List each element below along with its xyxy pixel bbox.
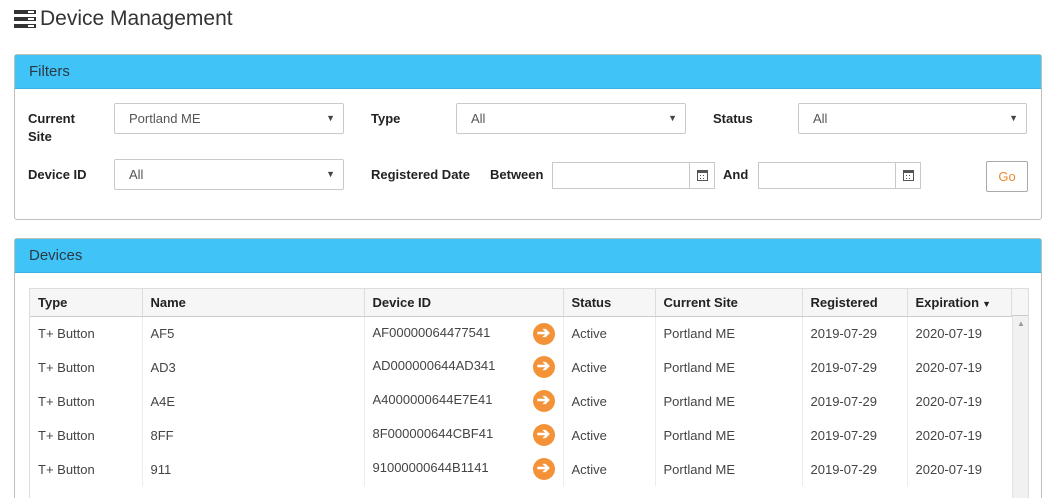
cell-site: Portland ME	[655, 350, 803, 384]
scrollbar-header	[1011, 289, 1028, 316]
cell-registered: 2019-07-29	[802, 452, 908, 486]
cell-expiration: 2020-07-19	[907, 418, 1014, 452]
calendar-button[interactable]	[689, 163, 714, 188]
cell-site: Portland ME	[655, 452, 803, 486]
cell-status: Active	[563, 316, 656, 350]
cell-type: T+ Button	[30, 350, 143, 384]
filters-heading: Filters	[15, 55, 1041, 89]
arrow-right-circle-icon[interactable]: ➔	[532, 458, 555, 480]
devices-table: Type Name Device ID Status Current Site …	[29, 288, 1029, 498]
table-row[interactable]: T+ Button A4E A4000000644E7E41 ➔ Active …	[30, 384, 1014, 418]
cell-type: T+ Button	[30, 316, 143, 350]
cell-registered: 2019-07-29	[802, 316, 908, 350]
table-row[interactable]: T+ Button 911 91000000644B1141 ➔ Active …	[30, 452, 1014, 486]
column-header-expiration[interactable]: Expiration ▼	[907, 289, 1014, 317]
device-id-label: Device ID	[28, 167, 87, 182]
cell-site: Portland ME	[655, 316, 803, 350]
arrow-right-circle-icon[interactable]: ➔	[532, 424, 555, 446]
cell-registered: 2019-07-29	[802, 384, 908, 418]
table-row[interactable]: T+ Button AF5 AF00000064477541 ➔ Active …	[30, 316, 1014, 350]
cell-name: 8FF	[142, 418, 365, 452]
scroll-up-icon[interactable]: ▲	[1013, 319, 1028, 328]
cell-status: Active	[563, 350, 656, 384]
column-header-current-site[interactable]: Current Site	[655, 289, 803, 317]
type-label: Type	[371, 111, 401, 126]
sort-desc-icon: ▼	[982, 298, 991, 309]
arrow-right-circle-icon[interactable]: ➔	[532, 390, 555, 412]
vertical-scrollbar[interactable]: ▲	[1012, 316, 1028, 498]
cell-expiration: 2020-07-19	[907, 350, 1014, 384]
column-header-type[interactable]: Type	[30, 289, 143, 317]
cell-device-id: A4000000644E7E41 ➔	[364, 384, 564, 418]
cell-status: Active	[563, 418, 656, 452]
device-id-text: 8F000000644CBF41	[372, 426, 494, 441]
arrow-right-circle-icon[interactable]: ➔	[532, 322, 555, 345]
current-site-select[interactable]: Portland ME ▼	[114, 103, 344, 134]
type-select[interactable]: All ▼	[456, 103, 686, 134]
cell-device-id: 91000000644B1141 ➔	[364, 452, 564, 486]
status-value: All	[813, 111, 828, 126]
chevron-down-icon: ▼	[668, 113, 677, 123]
calendar-icon	[696, 170, 708, 181]
and-date-input[interactable]	[758, 162, 921, 189]
device-id-text: 91000000644B1141	[372, 460, 489, 475]
cell-name: AF5	[142, 316, 365, 350]
column-header-name[interactable]: Name	[142, 289, 365, 317]
column-header-status[interactable]: Status	[563, 289, 656, 317]
device-id-value: All	[129, 167, 144, 182]
cell-registered: 2019-07-29	[802, 350, 908, 384]
table-header-row: Type Name Device ID Status Current Site …	[30, 289, 1014, 317]
table-row[interactable]: T+ Button 8FF 8F000000644CBF41 ➔ Active …	[30, 418, 1014, 452]
between-date-input[interactable]	[552, 162, 715, 189]
page-header: Device Management	[14, 6, 233, 32]
cell-type: T+ Button	[30, 418, 143, 452]
current-site-value: Portland ME	[129, 111, 201, 126]
arrow-right-circle-icon[interactable]: ➔	[532, 356, 555, 378]
device-id-text: AD000000644AD341	[372, 358, 496, 373]
cell-status: Active	[563, 384, 656, 418]
chevron-down-icon: ▼	[326, 113, 335, 123]
calendar-button[interactable]	[895, 163, 920, 188]
cell-expiration: 2020-07-19	[907, 316, 1014, 350]
cell-status: Active	[563, 452, 656, 486]
current-site-label: Current Site	[28, 111, 75, 144]
cell-name: A4E	[142, 384, 365, 418]
status-label: Status	[713, 111, 753, 126]
column-header-expiration-label: Expiration	[915, 294, 980, 310]
cell-registered: 2019-07-29	[802, 418, 908, 452]
calendar-icon	[902, 170, 914, 181]
and-label: And	[723, 167, 749, 182]
type-value: All	[471, 111, 486, 126]
cell-name: 911	[142, 452, 365, 486]
cell-device-id: AF00000064477541 ➔	[364, 316, 564, 350]
go-button[interactable]: Go	[986, 161, 1028, 192]
status-select[interactable]: All ▼	[798, 103, 1027, 134]
chevron-down-icon: ▼	[1009, 113, 1018, 123]
column-header-device-id[interactable]: Device ID	[364, 289, 564, 317]
filters-panel: Filters Current Site Portland ME ▼ Type …	[14, 54, 1042, 220]
device-id-text: A4000000644E7E41	[372, 392, 493, 407]
table-row[interactable]: T+ Button AD3 AD000000644AD341 ➔ Active …	[30, 350, 1014, 384]
cell-site: Portland ME	[655, 418, 803, 452]
device-id-select[interactable]: All ▼	[114, 159, 344, 190]
server-icon	[14, 10, 36, 28]
cell-type: T+ Button	[30, 384, 143, 418]
devices-heading: Devices	[15, 239, 1041, 273]
column-header-registered[interactable]: Registered	[802, 289, 908, 317]
cell-expiration: 2020-07-19	[907, 452, 1014, 486]
cell-type: T+ Button	[30, 452, 143, 486]
cell-device-id: AD000000644AD341 ➔	[364, 350, 564, 384]
devices-panel: Devices Type Name Device ID Status Curre…	[14, 238, 1042, 498]
cell-site: Portland ME	[655, 384, 803, 418]
page-title: Device Management	[40, 7, 233, 30]
cell-name: AD3	[142, 350, 365, 384]
cell-expiration: 2020-07-19	[907, 384, 1014, 418]
between-label: Between	[490, 167, 544, 182]
cell-device-id: 8F000000644CBF41 ➔	[364, 418, 564, 452]
device-id-text: AF00000064477541	[372, 324, 491, 340]
registered-date-label: Registered Date	[371, 167, 470, 182]
chevron-down-icon: ▼	[326, 169, 335, 179]
